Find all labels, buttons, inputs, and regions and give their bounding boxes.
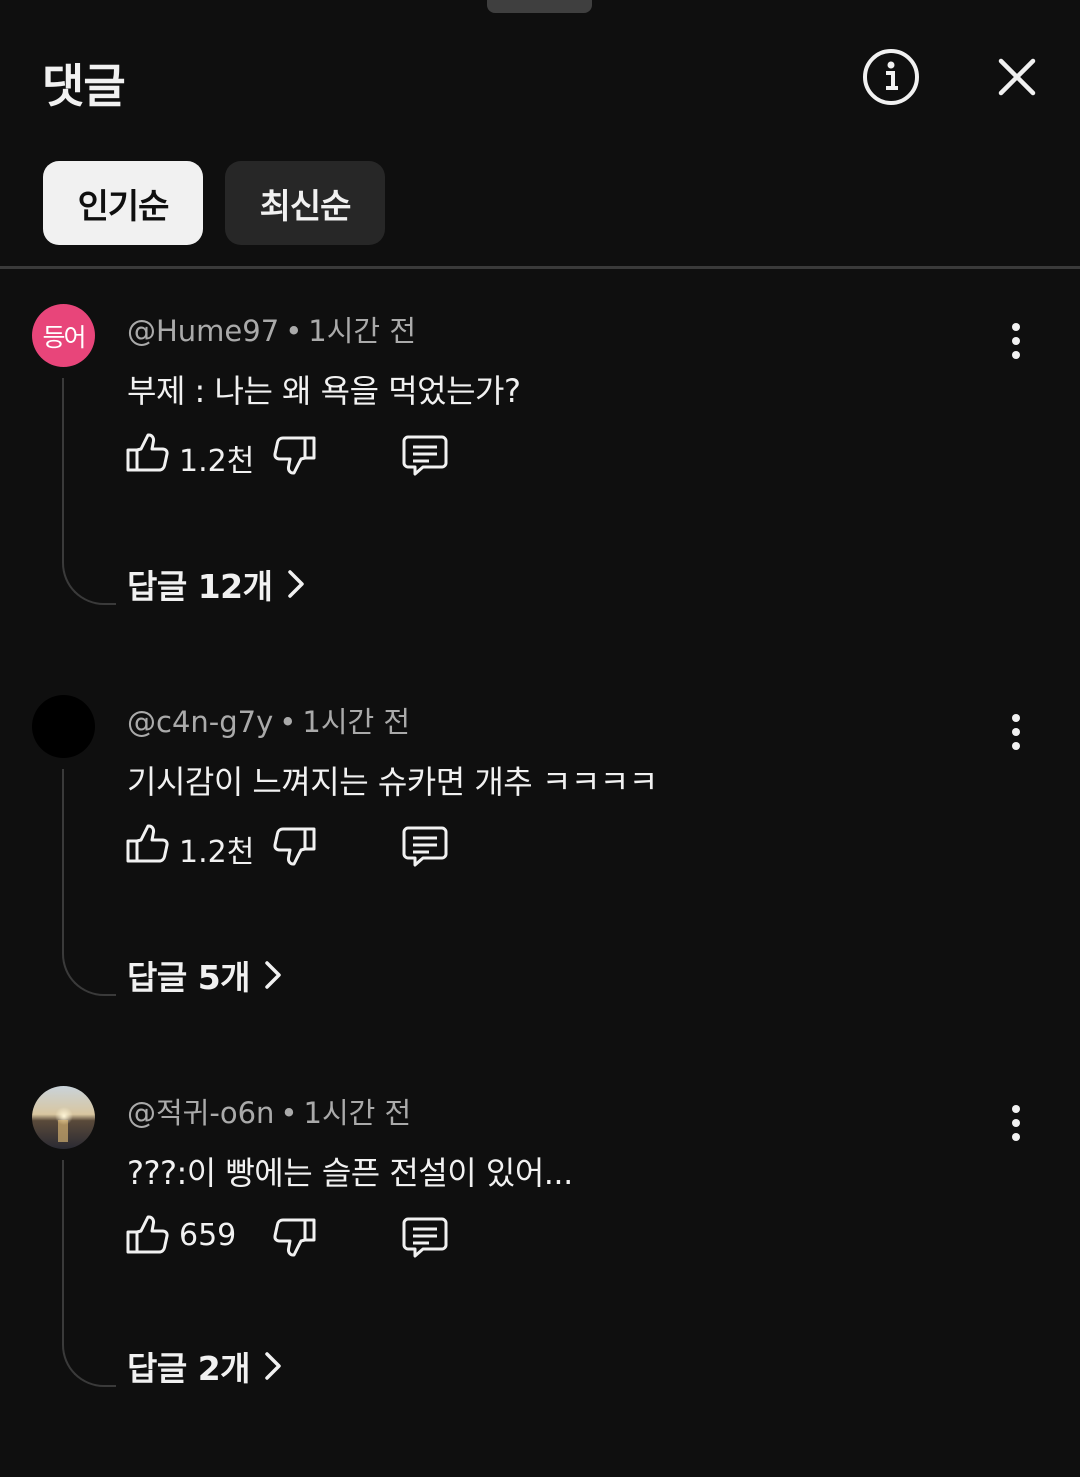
replies-label: 답글 2개 [127,1349,251,1388]
sort-chip-newest[interactable]: 최신순 [225,161,385,245]
like-count: 659 [179,1218,237,1253]
panel-title: 댓글 [42,59,126,113]
comment-author[interactable]: @Hume97 [127,314,279,348]
like-button[interactable] [124,430,170,476]
comment-item: 등어 @Hume97 • 1시간 전 부제 : 나는 왜 욕을 먹었는가? 1.2천… [0,304,1080,695]
view-replies-button[interactable]: 답글 5개 [127,951,282,999]
comment-item: @적귀-o6n • 1시간 전 ???:이 빵에는 슬픈 전설이 있어... 659… [0,1086,1080,1477]
comment-author[interactable]: @적귀-o6n [127,1096,274,1130]
comment-text: 기시감이 느껴지는 슈카면 개추 ㅋㅋㅋㅋ [127,763,658,801]
like-button[interactable] [124,821,170,867]
reply-button[interactable] [401,823,449,869]
drag-handle[interactable] [487,0,592,13]
like-count: 1.2천 [179,835,255,870]
thumb-up-icon [126,1215,169,1254]
comment-reply-icon [402,826,448,867]
dislike-button[interactable] [272,432,318,478]
comment-meta: @적귀-o6n • 1시간 전 [127,1096,412,1130]
view-replies-button[interactable]: 답글 12개 [127,560,305,608]
chevron-right-icon [264,960,282,990]
reply-button[interactable] [401,432,449,478]
thumb-up-icon [126,433,169,472]
thread-line [62,378,116,605]
thread-line [62,769,116,996]
info-icon[interactable] [860,46,922,108]
like-count: 1.2천 [179,444,255,479]
comment-author[interactable]: @c4n-g7y [127,705,273,739]
dislike-button[interactable] [272,823,318,869]
thumb-down-icon [273,1218,316,1257]
thumb-down-icon [273,827,316,866]
more-options-button[interactable] [996,314,1036,368]
dislike-button[interactable] [272,1214,318,1260]
avatar-text: 등어 [42,322,86,352]
sort-chip-top[interactable]: 인기순 [43,161,203,245]
comment-meta: @Hume97 • 1시간 전 [127,314,417,348]
more-vert-icon [1012,1105,1020,1141]
more-vert-icon [1012,714,1020,750]
view-replies-button[interactable]: 답글 2개 [127,1342,282,1390]
more-vert-icon [1012,323,1020,359]
comment-time: 1시간 전 [308,314,417,348]
comment-text: 부제 : 나는 왜 욕을 먹었는가? [127,372,521,410]
comment-text: ???:이 빵에는 슬픈 전설이 있어... [127,1154,573,1192]
reply-button[interactable] [401,1214,449,1260]
comment-reply-icon [402,435,448,476]
avatar[interactable]: 등어 [32,304,95,367]
thumb-down-icon [273,436,316,475]
like-button[interactable] [124,1212,170,1258]
close-icon[interactable] [988,48,1046,106]
avatar[interactable] [32,1086,95,1149]
avatar-photo [32,1086,95,1149]
comment-meta: @c4n-g7y • 1시간 전 [127,705,411,739]
chevron-right-icon [287,569,305,599]
more-options-button[interactable] [996,1096,1036,1150]
comment-reply-icon [402,1217,448,1258]
avatar[interactable] [32,695,95,758]
thumb-up-icon [126,824,169,863]
replies-label: 답글 5개 [127,958,251,997]
chevron-right-icon [264,1351,282,1381]
header-divider [0,266,1080,269]
replies-label: 답글 12개 [127,567,273,606]
thread-line [62,1160,116,1387]
more-options-button[interactable] [996,705,1036,759]
comment-time: 1시간 전 [303,1096,412,1130]
comment-item: @c4n-g7y • 1시간 전 기시감이 느껴지는 슈카면 개추 ㅋㅋㅋㅋ 1.2… [0,695,1080,1086]
comment-time: 1시간 전 [302,705,411,739]
